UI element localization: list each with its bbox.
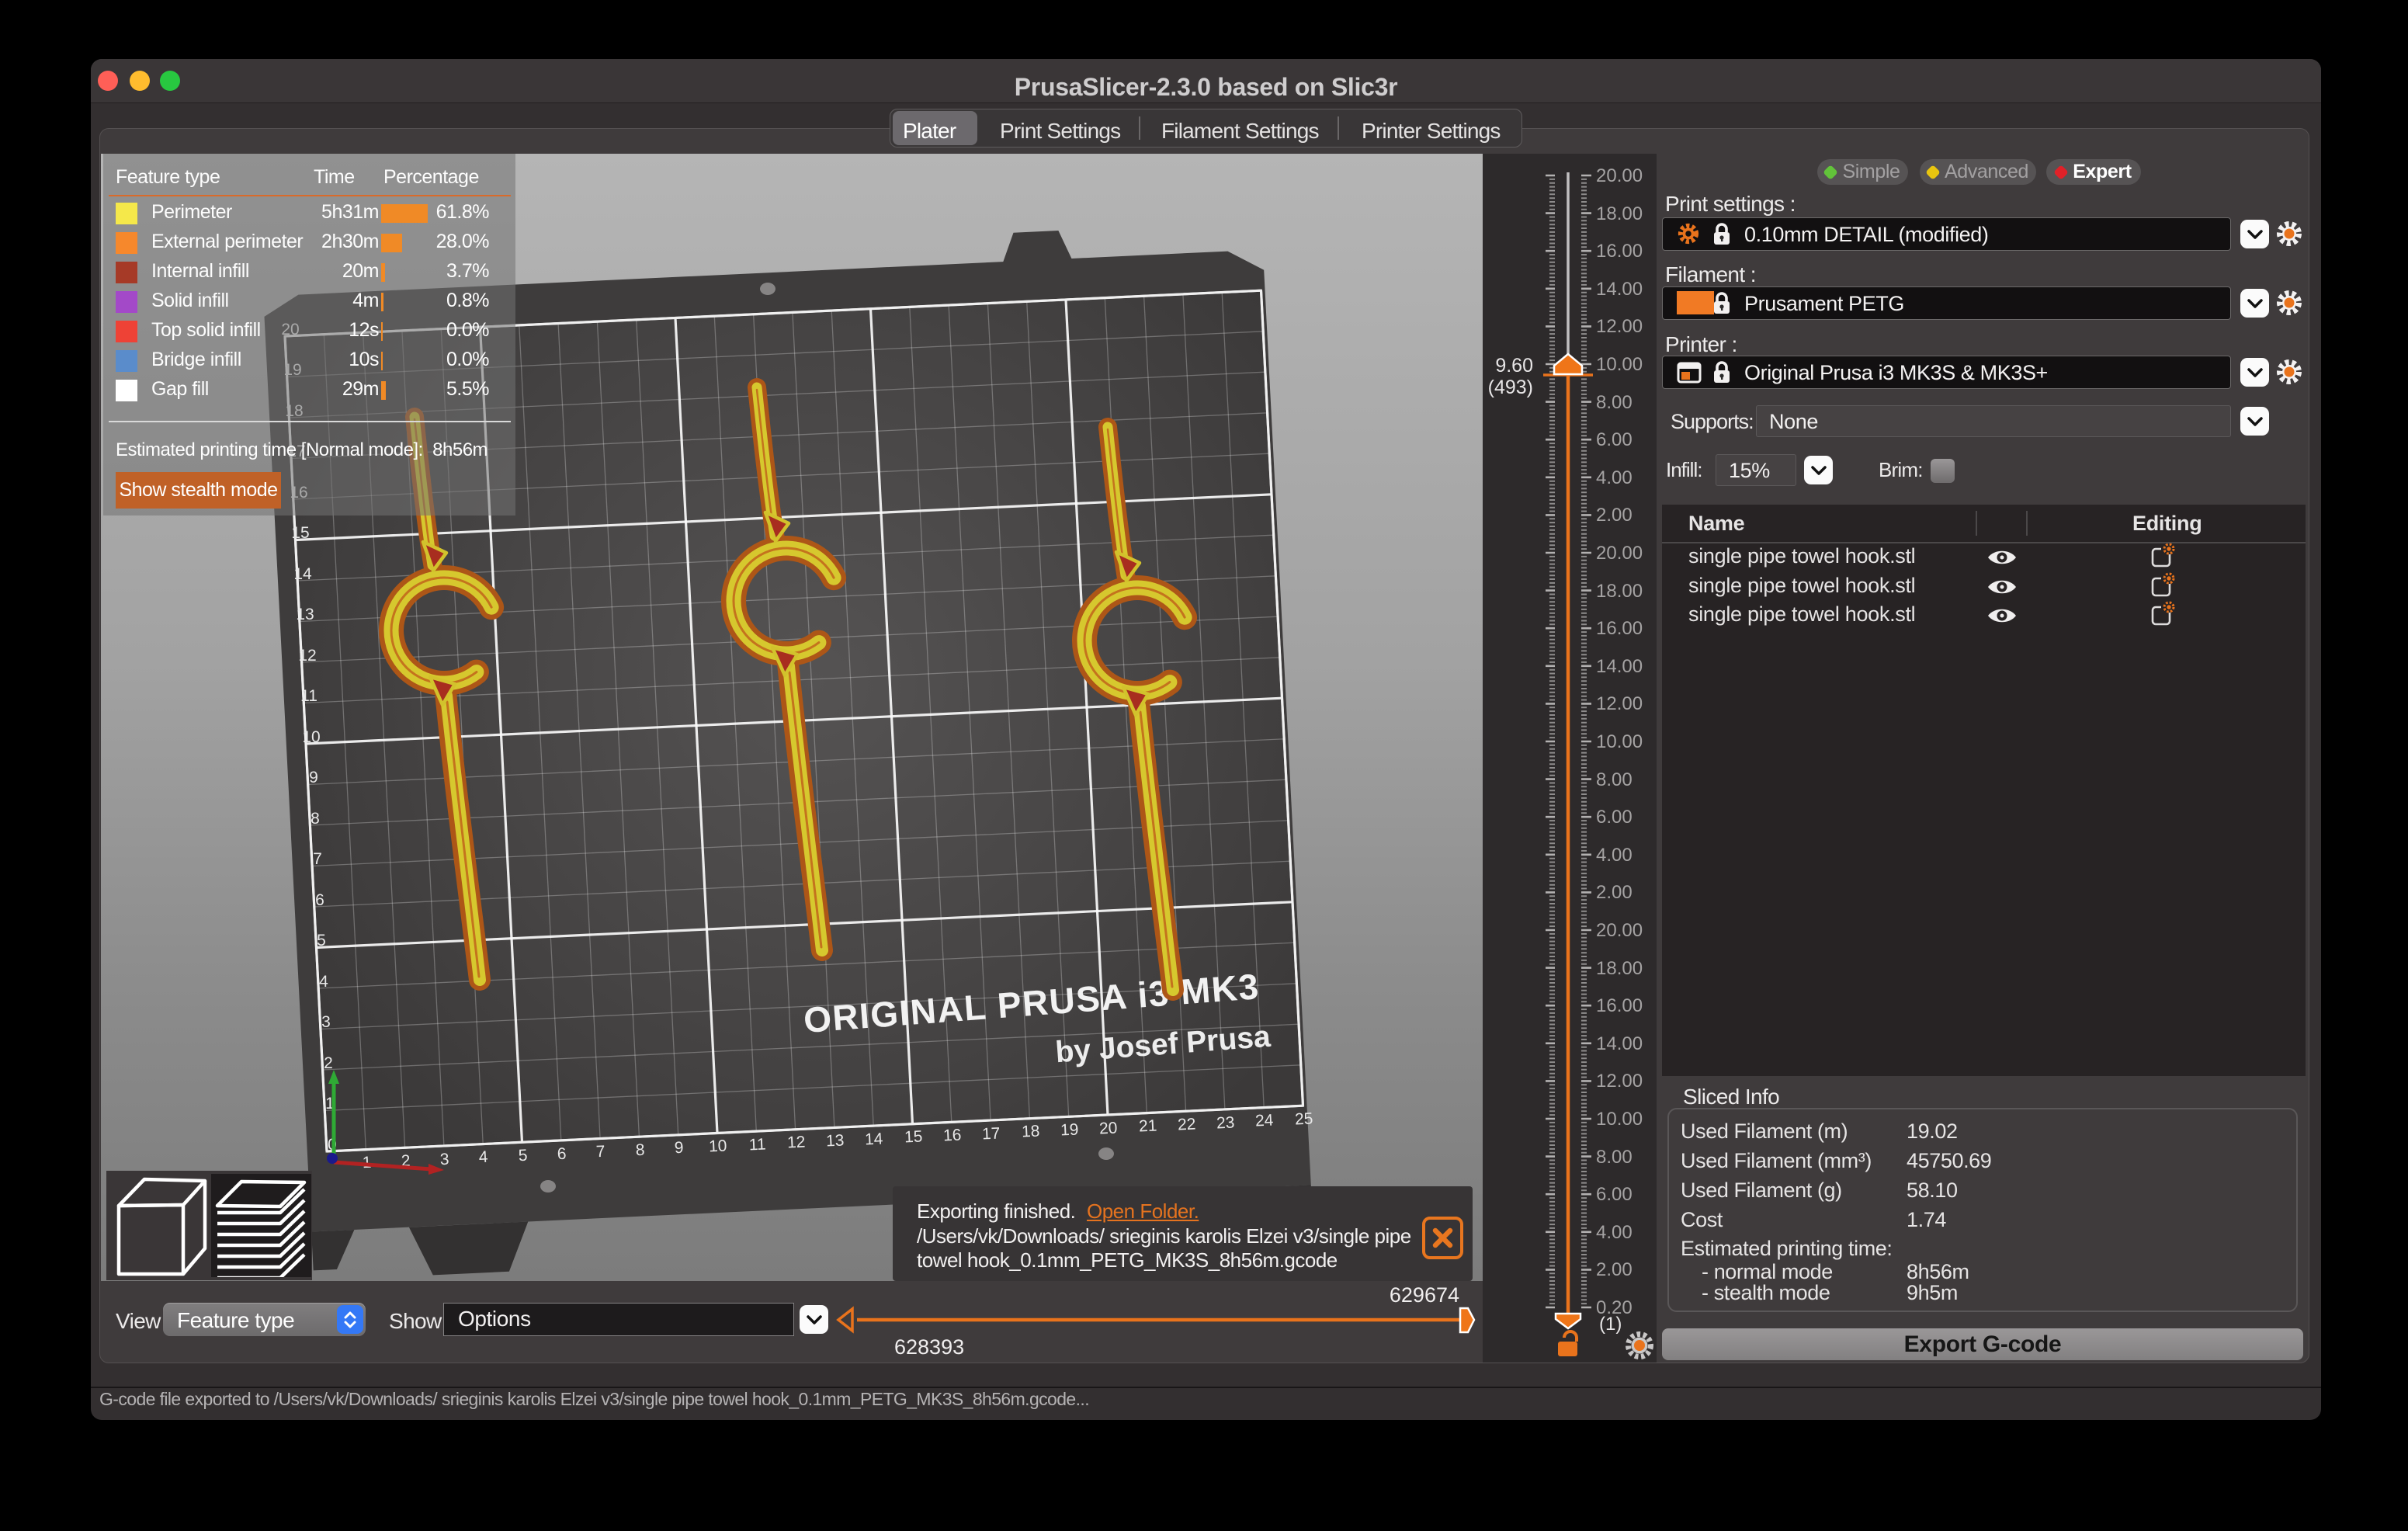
svg-text:2.00: 2.00 (1596, 882, 1633, 903)
svg-text:14: 14 (293, 565, 312, 583)
svg-text:2: 2 (324, 1054, 333, 1072)
svg-text:11: 11 (748, 1136, 766, 1154)
svg-text:5: 5 (518, 1147, 528, 1165)
svg-text:18.00: 18.00 (1596, 581, 1643, 602)
svg-text:20.00: 20.00 (1596, 920, 1643, 941)
svg-text:6: 6 (315, 891, 324, 909)
svg-text:6.00: 6.00 (1596, 807, 1633, 828)
svg-text:4.00: 4.00 (1596, 467, 1633, 488)
svg-text:(493): (493) (1488, 377, 1533, 398)
svg-text:6: 6 (557, 1145, 567, 1164)
svg-text:16: 16 (942, 1126, 961, 1144)
svg-text:8: 8 (311, 810, 320, 828)
svg-text:11: 11 (300, 687, 317, 705)
svg-text:3: 3 (439, 1151, 449, 1169)
svg-text:4.00: 4.00 (1596, 845, 1633, 866)
svg-text:12: 12 (786, 1133, 805, 1151)
svg-text:23: 23 (1216, 1113, 1234, 1132)
svg-text:8: 8 (635, 1141, 645, 1160)
svg-text:10: 10 (708, 1137, 727, 1155)
svg-text:18.00: 18.00 (1596, 203, 1643, 224)
svg-text:2.00: 2.00 (1596, 505, 1633, 526)
svg-text:14.00: 14.00 (1596, 279, 1643, 300)
svg-text:4: 4 (478, 1148, 488, 1167)
svg-text:12.00: 12.00 (1596, 693, 1643, 714)
svg-text:16.00: 16.00 (1596, 241, 1643, 262)
svg-text:10.00: 10.00 (1596, 354, 1643, 375)
svg-text:24: 24 (1254, 1111, 1274, 1130)
svg-text:10: 10 (302, 728, 320, 746)
svg-text:22: 22 (1177, 1115, 1195, 1133)
svg-text:21: 21 (1138, 1116, 1157, 1135)
svg-text:8.00: 8.00 (1596, 769, 1633, 790)
svg-text:14: 14 (864, 1130, 883, 1148)
svg-text:20.00: 20.00 (1596, 543, 1643, 564)
svg-text:12.00: 12.00 (1596, 316, 1643, 337)
svg-text:5: 5 (317, 932, 326, 949)
svg-text:7: 7 (313, 850, 322, 868)
svg-text:13: 13 (825, 1131, 844, 1150)
svg-text:4: 4 (319, 973, 328, 991)
svg-text:14.00: 14.00 (1596, 656, 1643, 677)
svg-text:6.00: 6.00 (1596, 429, 1633, 450)
svg-text:4.00: 4.00 (1596, 1222, 1633, 1243)
svg-text:628393: 628393 (894, 1335, 964, 1359)
svg-text:9: 9 (309, 769, 318, 786)
svg-text:8.00: 8.00 (1596, 1147, 1633, 1168)
svg-text:14.00: 14.00 (1596, 1033, 1643, 1054)
svg-text:18: 18 (1021, 1122, 1039, 1140)
svg-text:12.00: 12.00 (1596, 1071, 1643, 1092)
svg-text:9: 9 (674, 1139, 684, 1158)
svg-text:9.60: 9.60 (1495, 355, 1533, 377)
svg-text:7: 7 (595, 1143, 605, 1161)
svg-text:10.00: 10.00 (1596, 731, 1643, 752)
svg-text:13: 13 (296, 606, 314, 623)
svg-text:15: 15 (904, 1127, 922, 1146)
svg-text:18.00: 18.00 (1596, 958, 1643, 979)
svg-text:20: 20 (1098, 1119, 1117, 1137)
svg-text:8.00: 8.00 (1596, 392, 1633, 413)
svg-text:20.00: 20.00 (1596, 165, 1643, 186)
svg-text:16.00: 16.00 (1596, 618, 1643, 639)
svg-text:2.00: 2.00 (1596, 1259, 1633, 1280)
svg-text:16.00: 16.00 (1596, 995, 1643, 1016)
svg-text:629674: 629674 (1390, 1283, 1459, 1307)
svg-text:12: 12 (298, 647, 316, 665)
svg-text:(1): (1) (1599, 1314, 1622, 1335)
svg-text:15: 15 (291, 524, 309, 542)
svg-text:3: 3 (321, 1013, 331, 1031)
svg-text:19: 19 (1060, 1120, 1078, 1139)
svg-text:17: 17 (981, 1124, 1000, 1143)
svg-text:10.00: 10.00 (1596, 1109, 1643, 1130)
svg-text:25: 25 (1294, 1109, 1313, 1128)
svg-text:6.00: 6.00 (1596, 1184, 1633, 1205)
